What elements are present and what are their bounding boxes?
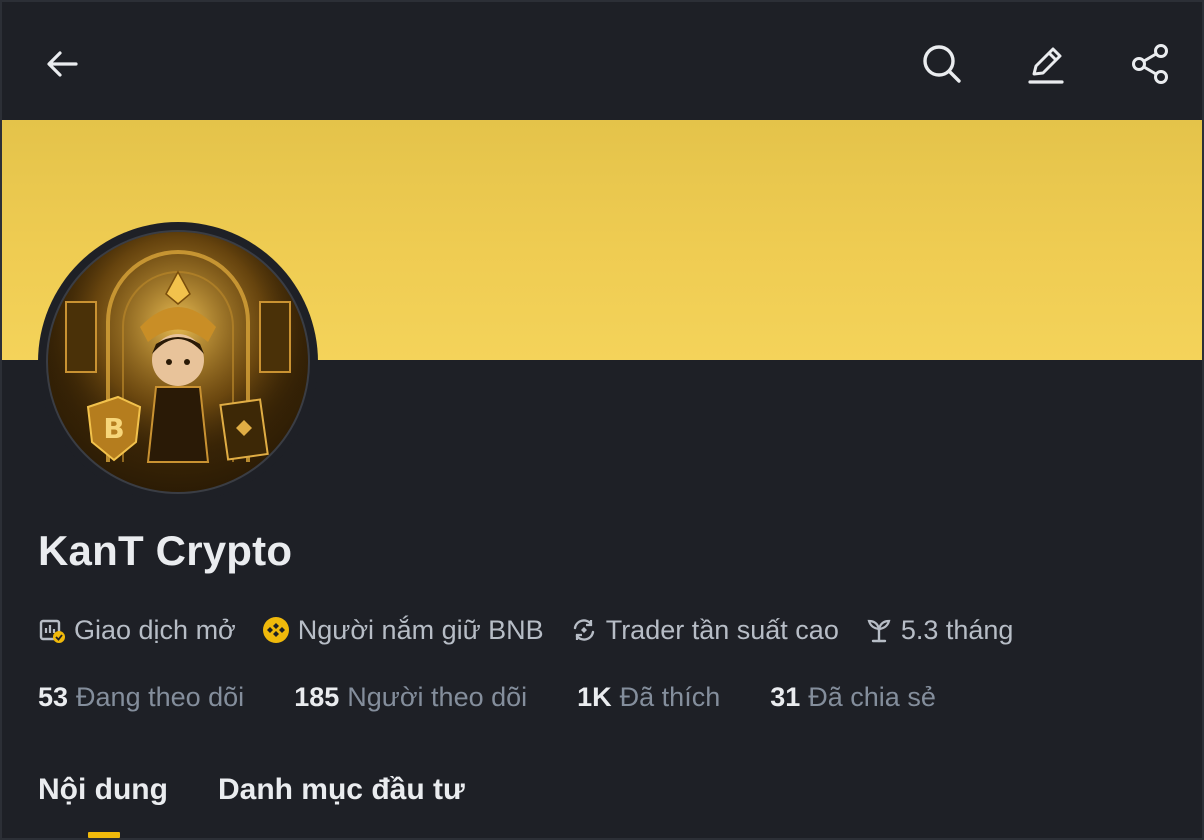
open-trading-icon [38,616,66,644]
badge-tenure[interactable]: 5.3 tháng [865,614,1014,646]
stat-following[interactable]: 53 Đang theo dõi [38,682,244,713]
badge-label: 5.3 tháng [900,614,1014,645]
edit-button[interactable] [1020,38,1072,90]
stat-value: 185 [294,681,340,712]
stat-shares[interactable]: 31 Đã chia sẻ [770,682,936,713]
share-button[interactable] [1124,38,1176,90]
profile-stats: 53 Đang theo dõi 185 Người theo dõi 1K Đ… [38,677,986,717]
stat-label: Người theo dõi [347,681,528,712]
stat-value: 1K [577,681,612,712]
stat-label: Đã thích [619,681,721,712]
profile-name: KanT Crypto [38,527,293,574]
badge-label: Giao dịch mở [74,614,236,645]
badge-high-frequency[interactable]: Trader tần suất cao [570,615,839,646]
stat-label: Đang theo dõi [76,681,245,712]
pencil-icon [1028,47,1064,84]
avatar-image: B [46,230,310,494]
stat-label: Đã chia sẻ [808,681,936,712]
stat-value: 31 [770,681,801,712]
search-icon [923,45,961,83]
share-icon [1132,44,1168,84]
back-button[interactable] [36,38,88,90]
tab-portfolio[interactable]: Danh mục đầu tư [218,768,465,828]
search-button[interactable] [916,38,968,90]
badge-bnb-holder[interactable]: Người nắm giữ BNB [262,615,544,646]
avatar[interactable]: B [38,222,318,502]
sprout-icon [865,616,893,644]
arrow-left-icon [47,51,78,77]
bnb-coin-icon [262,616,290,644]
badge-label: Người nắm giữ BNB [297,614,544,645]
tab-label: Danh mục đầu tư [217,773,465,806]
profile-badges: Giao dịch mở Người nắm giữ BNB Trader tầ… [38,610,1039,650]
profile-screen: B KanT Crypto Giao dịch mở Người nắm giữ… [0,0,1204,840]
active-tab-indicator [88,832,120,838]
profile-tabs: Nội dung Danh mục đầu tư [38,768,515,838]
tab-label: Nội dung [38,773,168,806]
stat-value: 53 [38,681,69,712]
badge-label: Trader tần suất cao [605,614,839,645]
top-toolbar [2,2,1202,120]
refresh-cycle-icon [570,616,598,644]
stat-followers[interactable]: 185 Người theo dõi [294,682,527,713]
tab-content[interactable]: Nội dung [38,768,168,838]
stat-likes[interactable]: 1K Đã thích [577,682,720,713]
badge-open-trading[interactable]: Giao dịch mở [38,615,236,646]
svg-text:B: B [103,412,124,445]
